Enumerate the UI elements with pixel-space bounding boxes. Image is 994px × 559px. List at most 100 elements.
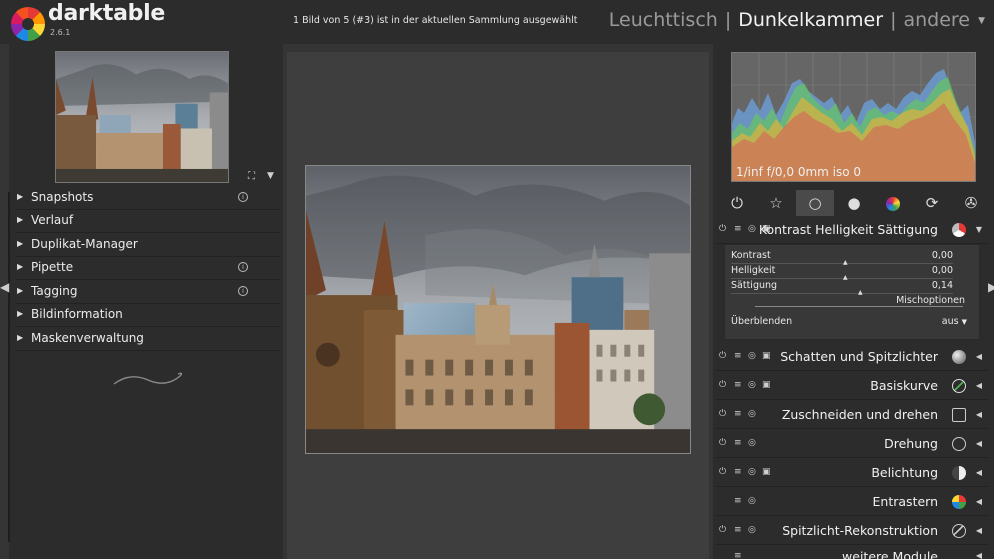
slider-value: 0,00 [931,250,953,261]
reset-icon[interactable]: ◎ [748,409,756,419]
module-crop-rotate[interactable]: ⏻ ≡ ◎ Zuschneiden und drehen ◀ [716,402,988,429]
reset-icon[interactable]: ◎ [748,467,756,477]
power-icon[interactable]: ⏻ [719,380,726,390]
power-icon[interactable]: ⏻ [719,467,726,477]
power-icon[interactable]: ⏻ [719,438,726,448]
module-expanded-panel: Kontrast 0,00 ▲ Helligkeit 0,00 ▲ Sättig… [724,244,980,340]
panel-tagging[interactable]: ▶ Tagging i [15,281,280,304]
module-rotation[interactable]: ⏻ ≡ ◎ Drehung ◀ [716,431,988,458]
module-name: Schatten und Spitzlichter [780,349,938,364]
mix-options-label[interactable]: Mischoptionen [896,295,965,306]
panel-label: Tagging [31,284,78,298]
presets-icon[interactable]: ≡ [734,551,742,559]
module-name: Kontrast Helligkeit Sättigung [758,222,938,237]
histogram[interactable] [731,52,976,182]
demosaic-icon [952,495,966,509]
panel-label: Maskenverwaltung [31,331,144,345]
thumbnail-photo [56,52,228,182]
zoom-dropdown-icon[interactable]: ▼ [267,171,274,181]
panel-label: Pipette [31,260,74,274]
power-icon[interactable]: ⏻ [718,190,756,216]
expand-triangle-icon[interactable]: ◀ [976,497,982,506]
main-image[interactable] [305,165,691,454]
view-lighttable[interactable]: Leuchttisch [609,9,718,31]
power-icon[interactable]: ⏻ [719,409,726,419]
module-shadows-highlights[interactable]: ⏻ ≡ ◎ ▣ Schatten und Spitzlichter ◀ [716,344,988,371]
circle-icon[interactable]: ○ [796,190,834,216]
star-icon[interactable]: ☆ [757,190,795,216]
presets-icon[interactable]: ≡ [734,438,742,448]
expand-triangle-icon[interactable]: ◀ [976,551,982,559]
panel-snapshots[interactable]: ▶ Snapshots i [15,187,280,210]
presets-icon[interactable]: ≡ [734,525,742,535]
power-icon[interactable]: ⏻ [719,224,726,234]
reset-icon[interactable]: ◎ [748,351,756,361]
expand-triangle-icon[interactable]: ◀ [976,410,982,419]
presets-icon[interactable]: ≡ [734,224,742,234]
reset-icon[interactable]: ◎ [748,224,756,234]
sphere-icon[interactable]: ● [835,190,873,216]
multi-instance-icon[interactable]: ▣ [762,380,771,390]
info-icon[interactable]: i [238,262,248,272]
collapse-left-panel-icon[interactable]: ◀ [0,280,9,294]
reset-icon[interactable]: ◎ [748,380,756,390]
collapse-triangle-icon[interactable]: ▼ [976,225,982,234]
slider-brightness[interactable]: Helligkeit 0,00 ▲ [731,265,953,281]
navigation-thumbnail[interactable] [55,51,229,183]
module-contrast-brightness-saturation[interactable]: ⏻ ≡ ◎ ▣ Kontrast Helligkeit Sättigung ▼ [716,217,988,244]
module-name: Belichtung [871,465,938,480]
left-panel-scrollbar[interactable] [8,192,10,542]
aperture-icon[interactable]: ✇ [952,190,990,216]
power-icon[interactable]: ⏻ [719,525,726,535]
panel-color-picker[interactable]: ▶ Pipette i [15,257,280,280]
module-group-tabs: ⏻ ☆ ○ ● ⟳ ✇ [718,190,988,218]
slider-track [731,263,953,264]
presets-icon[interactable]: ≡ [734,496,742,506]
status-message: 1 Bild von 5 (#3) ist in der aktuellen S… [293,15,578,26]
fullscreen-icon[interactable]: ⛶ [248,171,255,182]
multi-instance-icon[interactable]: ▣ [762,467,771,477]
view-darkroom[interactable]: Dunkelkammer [738,9,883,31]
views-dropdown-icon[interactable]: ▼ [978,16,985,26]
module-exposure[interactable]: ⏻ ≡ ◎ ▣ Belichtung ◀ [716,460,988,487]
blend-label: Überblenden [731,316,793,327]
multi-instance-icon[interactable]: ▣ [762,351,771,361]
slider-value: 0,14 [931,280,953,291]
reset-icon[interactable]: ◎ [748,525,756,535]
presets-icon[interactable]: ≡ [734,380,742,390]
exif-info: 1/inf f/0,0 0mm iso 0 [736,165,862,179]
reset-icon[interactable]: ◎ [748,496,756,506]
slider-contrast[interactable]: Kontrast 0,00 ▲ [731,250,953,266]
panel-history[interactable]: ▶ Verlauf [15,210,280,233]
module-more-modules[interactable]: ≡ weitere Module ◀ [716,547,988,559]
module-name: Drehung [884,436,938,451]
slider-saturation[interactable]: Sättigung 0,14 ▲ [731,280,953,296]
power-icon[interactable]: ⏻ [719,351,726,361]
blend-mode-select[interactable]: Überblenden aus ▼ [731,316,967,327]
presets-icon[interactable]: ≡ [734,467,742,477]
info-icon[interactable]: i [238,286,248,296]
module-highlight-reconstruction[interactable]: ⏻ ≡ ◎ Spitzlicht-Rekonstruktion ◀ [716,518,988,545]
color-wheel-icon[interactable] [874,190,912,216]
refresh-icon[interactable]: ⟳ [913,190,951,216]
presets-icon[interactable]: ≡ [734,409,742,419]
expand-triangle-icon: ▶ [17,309,24,318]
panel-duplicate-manager[interactable]: ▶ Duplikat-Manager [15,234,280,257]
expand-triangle-icon: ▶ [17,333,24,342]
presets-icon[interactable]: ≡ [734,351,742,361]
module-base-curve[interactable]: ⏻ ≡ ◎ ▣ Basiskurve ◀ [716,373,988,400]
slider-label: Helligkeit [731,265,776,276]
view-other[interactable]: andere [903,9,970,31]
expand-triangle-icon[interactable]: ◀ [976,468,982,477]
slider-knob-icon[interactable]: ▲ [858,289,863,296]
expand-triangle-icon[interactable]: ◀ [976,526,982,535]
collapse-right-panel-icon[interactable]: ▶ [988,280,994,294]
expand-triangle-icon[interactable]: ◀ [976,381,982,390]
expand-triangle-icon[interactable]: ◀ [976,352,982,361]
expand-triangle-icon[interactable]: ◀ [976,439,982,448]
info-icon[interactable]: i [238,192,248,202]
panel-mask-manager[interactable]: ▶ Maskenverwaltung [15,328,280,351]
reset-icon[interactable]: ◎ [748,438,756,448]
panel-image-information[interactable]: ▶ Bildinformation [15,304,280,327]
module-demosaic[interactable]: ≡ ◎ Entrastern ◀ [716,489,988,516]
